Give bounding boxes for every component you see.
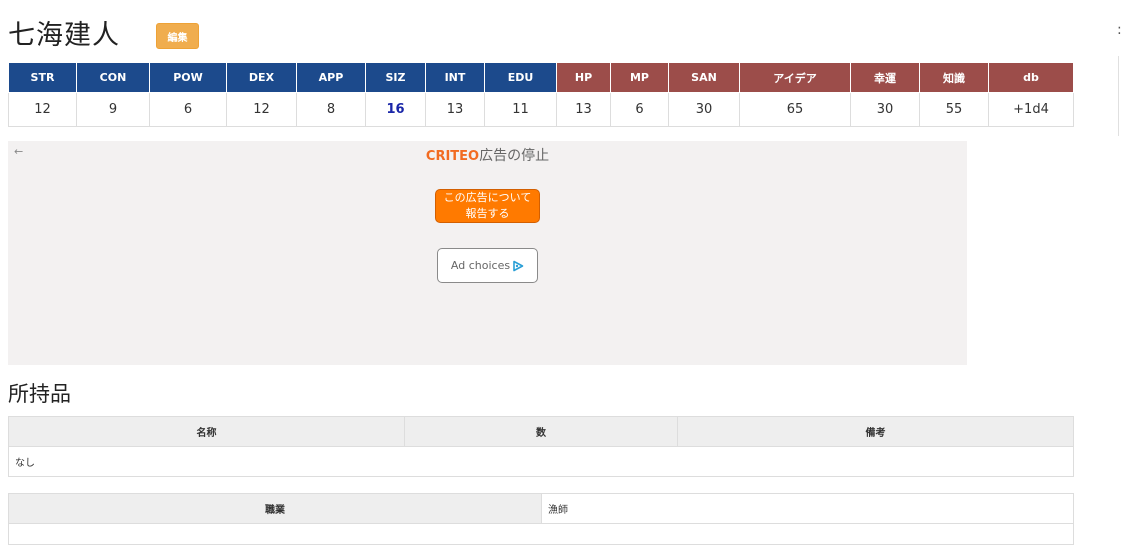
profile-cell (8, 523, 1074, 545)
stat-value-str: 12 (8, 92, 77, 127)
ad-choices-button[interactable]: Ad choices (437, 248, 538, 283)
stats-table: STR CON POW DEX APP SIZ INT EDU HP MP SA… (8, 62, 1074, 127)
title-row: 七海建人 編集 (8, 14, 199, 58)
ad-header: CRITEO広告の停止 (8, 145, 967, 165)
stat-value-siz: 16 (365, 92, 426, 127)
stat-value-dex: 12 (226, 92, 297, 127)
stat-value-edu: 11 (484, 92, 557, 127)
inventory-header-name: 名称 (8, 416, 405, 447)
stat-header-dex: DEX (226, 62, 297, 93)
stat-value-pow: 6 (149, 92, 227, 127)
ad-choices-label: Ad choices (450, 259, 511, 272)
stat-header-con: CON (76, 62, 150, 93)
stat-value-luck: 30 (850, 92, 920, 127)
stat-value-hp: 13 (556, 92, 611, 127)
inventory-table: 名称 数 備考 なし (8, 416, 1074, 477)
stat-value-san: 30 (668, 92, 740, 127)
stat-header-app: APP (296, 62, 366, 93)
character-name: 七海建人 (8, 20, 120, 51)
stat-value-idea: 65 (739, 92, 851, 127)
inventory-header-row: 名称 数 備考 (8, 416, 1074, 447)
stat-value-db: +1d4 (988, 92, 1074, 127)
inventory-header-notes: 備考 (677, 416, 1074, 447)
stat-header-san: SAN (668, 62, 740, 93)
inventory-empty-text: なし (8, 446, 1074, 477)
inventory-title: 所持品 (8, 382, 71, 406)
stats-value-row: 12 9 6 12 8 16 13 11 13 6 30 65 30 55 +1… (8, 92, 1074, 127)
stat-value-app: 8 (296, 92, 366, 127)
stat-value-int: 13 (425, 92, 485, 127)
stat-header-mp: MP (610, 62, 669, 93)
edit-button[interactable]: 編集 (156, 23, 199, 49)
inventory-empty-row: なし (8, 446, 1074, 477)
profile-table: 職業 漁師 (8, 493, 1074, 545)
job-label: 職業 (8, 493, 542, 524)
sidebar-edge-mark: : (1117, 22, 1121, 38)
stat-header-idea: アイデア (739, 62, 851, 93)
stat-header-hp: HP (556, 62, 611, 93)
stat-header-str: STR (8, 62, 77, 93)
stat-header-luck: 幸運 (850, 62, 920, 93)
ad-stop-label[interactable]: 広告の停止 (479, 148, 549, 164)
stat-value-know: 55 (919, 92, 989, 127)
criteo-logo: CRITEO (425, 149, 480, 164)
ad-report-button[interactable]: この広告について 報告する (435, 189, 540, 223)
stat-value-con: 9 (76, 92, 150, 127)
job-value: 漁師 (541, 493, 1074, 524)
stat-header-know: 知識 (919, 62, 989, 93)
adchoices-icon (513, 260, 524, 271)
stat-header-edu: EDU (484, 62, 557, 93)
inventory-header-count: 数 (404, 416, 678, 447)
ad-panel: ← CRITEO広告の停止 この広告について 報告する Ad choices (8, 141, 967, 365)
stat-header-int: INT (425, 62, 485, 93)
stats-header-row: STR CON POW DEX APP SIZ INT EDU HP MP SA… (8, 62, 1074, 93)
sidebar-edge-line (1118, 56, 1119, 136)
job-row: 職業 漁師 (8, 493, 1074, 524)
stat-header-db: db (988, 62, 1074, 93)
profile-row (8, 523, 1074, 545)
stat-header-pow: POW (149, 62, 227, 93)
stat-header-siz: SIZ (365, 62, 426, 93)
stat-value-mp: 6 (610, 92, 669, 127)
